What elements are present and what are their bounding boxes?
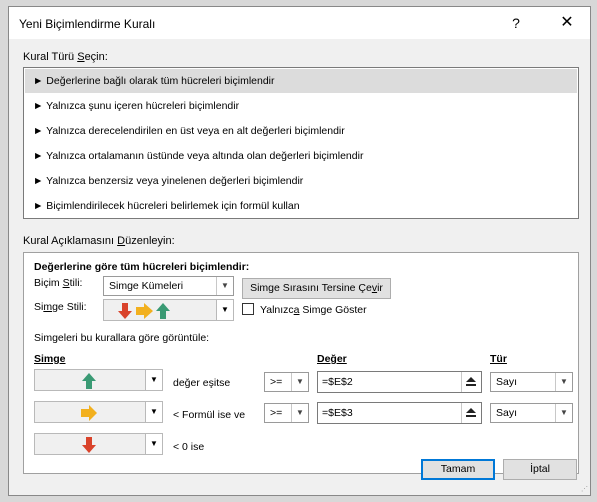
condition-label: değer eşitse <box>173 377 231 389</box>
rule-type-item[interactable]: ► Değerlerine bağlı olarak tüm hücreleri… <box>25 69 577 93</box>
operator-select[interactable]: >= ▼ <box>264 372 309 392</box>
type-select[interactable]: Sayı ▼ <box>490 372 573 392</box>
cancel-button[interactable]: İptal <box>503 459 577 480</box>
rule-type-item[interactable]: ► Yalnızca ortalamanın üstünde veya altı… <box>25 144 577 168</box>
operator-select[interactable]: >= ▼ <box>264 403 309 423</box>
condition-label: < 0 ise <box>173 441 205 453</box>
chevron-down-icon: ▼ <box>145 434 162 454</box>
chevron-down-icon: ▼ <box>291 373 308 391</box>
chevron-down-icon: ▼ <box>145 402 162 422</box>
description-heading: Değerlerine göre tüm hücreleri biçimlend… <box>34 261 250 273</box>
value-column-header: Değer <box>317 353 347 365</box>
rule-type-item[interactable]: ► Biçimlendirilecek hücreleri belirlemek… <box>25 194 577 218</box>
rule-type-item[interactable]: ► Yalnızca benzersiz veya yinelenen değe… <box>25 169 577 193</box>
chevron-down-icon: ▼ <box>555 404 572 422</box>
chevron-down-icon: ▼ <box>216 300 233 320</box>
help-button[interactable]: ? <box>501 11 531 35</box>
range-select-button[interactable] <box>461 403 481 423</box>
chevron-down-icon: ▼ <box>216 277 233 295</box>
rules-caption: Simgeleri bu kurallara göre görüntüle: <box>34 332 210 344</box>
collapse-dialog-icon <box>466 408 476 417</box>
icon-select[interactable]: ▼ <box>34 369 163 391</box>
show-icon-only-label: Yalnızca Simge Göster <box>260 304 367 316</box>
title-bar: Yeni Biçimlendirme Kuralı ? ✕ <box>9 7 590 39</box>
close-button[interactable]: ✕ <box>549 11 585 35</box>
rule-description-label: Kural Açıklamasını Düzenleyin: <box>23 235 175 247</box>
rule-type-item[interactable]: ► Yalnızca derecelendirilen en üst veya … <box>25 119 577 143</box>
type-column-header: Tür <box>490 353 507 365</box>
collapse-dialog-icon <box>466 377 476 386</box>
value-input[interactable]: =$E$2 <box>317 371 482 393</box>
icon-select[interactable]: ▼ <box>34 433 163 455</box>
resize-grip-icon[interactable]: ⋰ <box>581 485 588 493</box>
down-arrow-icon <box>35 436 142 457</box>
icon-column-header: Simge <box>34 353 66 365</box>
range-select-button[interactable] <box>461 372 481 392</box>
format-style-label: Biçim Stili: <box>34 277 83 289</box>
ok-button[interactable]: Tamam <box>421 459 495 480</box>
rule-type-list[interactable]: ► Değerlerine bağlı olarak tüm hücreleri… <box>23 67 579 219</box>
right-arrow-icon <box>35 404 142 425</box>
dialog-title: Yeni Biçimlendirme Kuralı <box>19 17 156 31</box>
chevron-down-icon: ▼ <box>145 370 162 390</box>
new-formatting-rule-dialog: Yeni Biçimlendirme Kuralı ? ✕ Kural Türü… <box>8 6 591 496</box>
rule-type-label: Kural Türü Seçin: <box>23 51 108 63</box>
reverse-icon-order-button[interactable]: Simge Sırasını Tersine Çevir <box>242 278 391 299</box>
icon-set-preview <box>74 302 213 323</box>
show-icon-only-checkbox[interactable] <box>242 303 254 315</box>
value-input[interactable]: =$E$3 <box>317 402 482 424</box>
chevron-down-icon: ▼ <box>291 404 308 422</box>
icon-select[interactable]: ▼ <box>34 401 163 423</box>
format-style-value: Simge Kümeleri <box>109 280 184 292</box>
chevron-down-icon: ▼ <box>555 373 572 391</box>
condition-label: < Formül ise ve <box>173 409 246 421</box>
rule-description-panel: Değerlerine göre tüm hücreleri biçimlend… <box>23 252 579 474</box>
icon-style-select[interactable]: ▼ <box>103 299 234 321</box>
up-arrow-icon <box>35 372 142 393</box>
type-select[interactable]: Sayı ▼ <box>490 403 573 423</box>
format-style-select[interactable]: Simge Kümeleri ▼ <box>103 276 234 296</box>
rule-type-item[interactable]: ► Yalnızca şunu içeren hücreleri biçimle… <box>25 94 577 118</box>
